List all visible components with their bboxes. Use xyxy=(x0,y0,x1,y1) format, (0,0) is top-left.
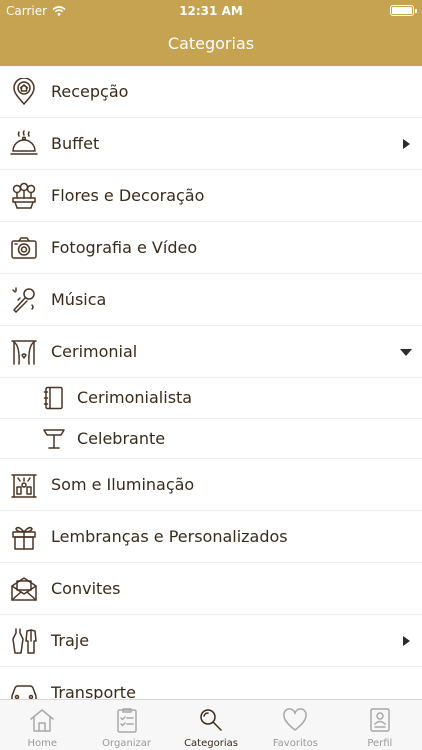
tab-label: Home xyxy=(27,738,57,749)
category-row-musica[interactable]: Música xyxy=(0,274,422,326)
nav-title: Categorias xyxy=(0,22,422,66)
tab-favoritos[interactable]: Favoritos xyxy=(253,700,337,750)
chevron-down-icon xyxy=(400,349,412,356)
subcategory-row-celebrante[interactable]: Celebrante xyxy=(0,419,422,459)
microphone-icon xyxy=(12,287,35,313)
category-list: Recepção Buffet Flores e Decoração Fotog… xyxy=(0,66,422,699)
category-label: Cerimonial xyxy=(51,342,138,361)
category-row-som[interactable]: Som e Iluminação xyxy=(0,459,422,511)
category-label: Recepção xyxy=(51,82,129,101)
category-label: Flores e Decoração xyxy=(51,186,205,205)
category-row-buffet[interactable]: Buffet xyxy=(0,118,422,170)
tab-bar: Home Organizar Categorias Favoritos Perf… xyxy=(0,699,422,750)
category-row-convites[interactable]: Convites xyxy=(0,563,422,615)
cloche-icon xyxy=(10,130,38,155)
category-row-lembrancas[interactable]: Lembranças e Personalizados xyxy=(0,511,422,563)
curtains-icon xyxy=(11,340,37,365)
tab-organizar[interactable]: Organizar xyxy=(84,700,168,750)
battery-icon xyxy=(390,5,417,16)
chevron-right-icon xyxy=(403,636,410,646)
profile-card-icon xyxy=(370,708,390,732)
tab-label: Favoritos xyxy=(272,738,318,749)
category-label: Fotografia e Vídeo xyxy=(51,238,198,257)
category-row-cerimonial[interactable]: Cerimonial xyxy=(0,326,422,378)
tab-label: Perfil xyxy=(367,738,393,749)
checklist-icon xyxy=(116,708,137,733)
category-label: Música xyxy=(51,290,107,309)
magnifier-icon xyxy=(200,709,222,731)
category-label: Traje xyxy=(51,631,90,650)
tab-categorias[interactable]: Categorias xyxy=(169,700,253,750)
category-row-flores[interactable]: Flores e Decoração xyxy=(0,170,422,222)
category-label: Som e Iluminação xyxy=(51,475,195,494)
gift-icon xyxy=(12,526,36,550)
category-label: Buffet xyxy=(51,134,100,153)
category-row-traje[interactable]: Traje xyxy=(0,615,422,667)
category-label: Lembranças e Personalizados xyxy=(51,527,288,546)
car-icon xyxy=(11,685,37,699)
category-row-recepcao[interactable]: Recepção xyxy=(0,66,422,118)
tab-label: Organizar xyxy=(102,738,152,749)
clock: 12:31 AM xyxy=(179,4,243,18)
status-bar: Carrier 12:31 AM xyxy=(0,0,422,22)
flowers-icon xyxy=(12,182,36,209)
location-pin-icon xyxy=(13,78,35,105)
stage-lights-icon xyxy=(11,474,37,498)
category-label: Convites xyxy=(51,579,121,598)
tab-label: Categorias xyxy=(184,738,238,749)
category-row-transporte[interactable]: Transporte xyxy=(0,667,422,699)
lectern-icon xyxy=(43,428,65,449)
camera-icon xyxy=(11,237,37,259)
dress-suit-icon xyxy=(12,628,37,654)
subcategory-label: Cerimonialista xyxy=(77,388,193,408)
subcategory-label: Celebrante xyxy=(77,428,166,448)
notebook-icon xyxy=(43,386,63,410)
subcategory-row-cerimonialista[interactable]: Cerimonialista xyxy=(0,378,422,419)
heart-icon xyxy=(283,708,308,731)
chevron-right-icon xyxy=(403,139,410,149)
home-icon xyxy=(30,709,54,732)
category-label: Transporte xyxy=(51,683,136,699)
envelope-icon xyxy=(11,577,37,601)
tab-home[interactable]: Home xyxy=(0,700,84,750)
tab-perfil[interactable]: Perfil xyxy=(338,700,422,750)
category-row-fotografia[interactable]: Fotografia e Vídeo xyxy=(0,222,422,274)
